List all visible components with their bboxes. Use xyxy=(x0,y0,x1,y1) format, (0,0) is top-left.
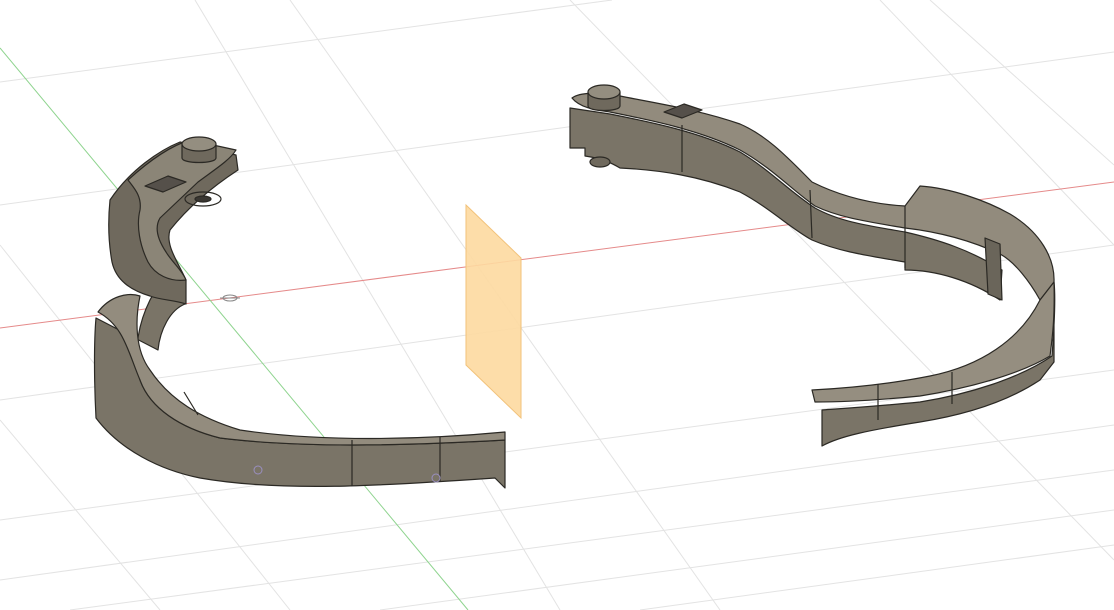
y-axis-line xyxy=(0,47,469,610)
origin-marker[interactable] xyxy=(220,294,240,302)
right-temple-arm[interactable] xyxy=(569,84,1056,447)
left-temple-arm[interactable] xyxy=(93,136,506,489)
construction-plane[interactable] xyxy=(465,203,522,420)
3d-viewport[interactable] xyxy=(0,0,1114,610)
